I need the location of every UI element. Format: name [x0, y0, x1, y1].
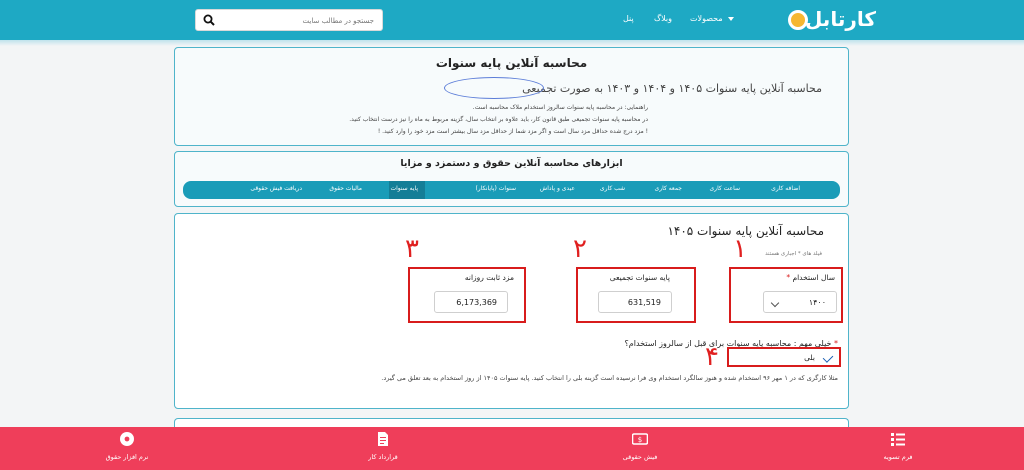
- bottom-bar: فرم تسویه $ فیش حقوقی قرارداد کار نرم اف…: [0, 427, 1024, 470]
- bottom-software-label: نرم افزار حقوق: [105, 453, 149, 461]
- checkbox-highlight[interactable]: بلی: [727, 347, 841, 367]
- document-icon: [378, 432, 388, 446]
- intro-line-3: ! مزد درج شده حداقل مزد سال است و اگر مز…: [377, 128, 648, 135]
- base-input[interactable]: 631,519: [598, 291, 672, 313]
- highlight-ellipse: [444, 77, 544, 99]
- tab-bonus[interactable]: عیدی و پاداش: [540, 185, 575, 192]
- tab-salary-tax[interactable]: مالیات حقوق: [329, 185, 362, 192]
- chevron-down-icon: [770, 298, 780, 308]
- tab-overtime[interactable]: اضافه کاری: [771, 185, 800, 192]
- search-icon[interactable]: [203, 14, 215, 26]
- tab-seniority-base[interactable]: پایه سنوات: [390, 185, 418, 192]
- list-icon: [891, 433, 905, 446]
- tab-severance[interactable]: سنوات (پایانکار): [475, 185, 516, 192]
- tools-card: ابزارهای محاسبه آنلاین حقوق و دستمزد و م…: [174, 151, 849, 207]
- tools-tab-bar: اضافه کاری ساعت کاری جمعه کاری شب کاری ع…: [183, 181, 840, 199]
- search-input[interactable]: [224, 14, 374, 28]
- top-header: کارتابل محصولات وبلاگ پنل: [0, 0, 1024, 40]
- checkbox-label: بلی: [804, 353, 815, 362]
- calculator-card: محاسبه آنلاین پایه سنوات ۱۴۰۵ فیلد های *…: [174, 213, 849, 409]
- nav-blog[interactable]: وبلاگ: [654, 14, 672, 23]
- tab-work-hours[interactable]: ساعت کاری: [709, 185, 740, 192]
- wage-field-highlight: مزد ثابت روزانه 6,173,369: [408, 267, 526, 323]
- tools-title: ابزارهای محاسبه آنلاین حقوق و دستمزد و م…: [400, 158, 623, 169]
- wage-input-value: 6,173,369: [456, 298, 497, 307]
- required-hint: فیلد های * اجباری هستند: [765, 251, 822, 257]
- annotation-2: ۲: [573, 234, 587, 264]
- base-field-highlight: پایه سنوات تجمیعی 631,519: [576, 267, 696, 323]
- example-text: مثلا کارگری که در ۱ مهر ۹۶ استخدام شده و…: [381, 374, 838, 382]
- year-label: سال استخدام *: [786, 273, 835, 282]
- bottom-contract-label: قرارداد کار: [368, 453, 398, 461]
- bottom-payslip[interactable]: $ فیش حقوقی: [580, 431, 700, 461]
- disc-icon: [120, 432, 134, 446]
- nav-products-label: محصولات: [690, 14, 723, 23]
- bottom-contract[interactable]: قرارداد کار: [323, 431, 443, 461]
- search-box[interactable]: [195, 9, 383, 31]
- tab-friday-work[interactable]: جمعه کاری: [655, 185, 682, 192]
- year-select-value: ۱۴۰۰: [808, 298, 826, 307]
- year-label-text: سال استخدام: [792, 273, 835, 282]
- site-logo[interactable]: کارتابل: [784, 5, 876, 35]
- svg-text:$: $: [638, 436, 642, 444]
- annotation-3: ۳: [405, 234, 419, 264]
- required-star: *: [786, 273, 791, 282]
- bottom-settlement-label: فرم تسویه: [883, 453, 913, 461]
- page-title: محاسبه آنلاین پایه سنوات: [435, 56, 588, 70]
- chevron-down-icon: [728, 16, 735, 21]
- annotation-1: ۱: [733, 234, 747, 264]
- intro-line-2: در محاسبه پایه سنوات تجمیعی طبق قانون کا…: [349, 116, 648, 123]
- bottom-settlement-form[interactable]: فرم تسویه: [838, 431, 958, 461]
- bottom-payroll-software[interactable]: نرم افزار حقوق: [67, 431, 187, 461]
- intro-line-1: راهنمایی: در محاسبه پایه سنوات سالروز اس…: [472, 104, 648, 111]
- money-icon: $: [632, 433, 648, 445]
- wage-label: مزد ثابت روزانه: [464, 273, 514, 282]
- year-select[interactable]: ۱۴۰۰: [763, 291, 837, 313]
- wage-input[interactable]: 6,173,369: [434, 291, 508, 313]
- nav-panel[interactable]: پنل: [623, 14, 634, 23]
- tab-night-work[interactable]: شب کاری: [600, 185, 625, 192]
- tab-payslip[interactable]: دریافت فیش حقوقی: [250, 185, 302, 192]
- logo-text: کارتابل: [804, 7, 876, 31]
- bottom-payslip-label: فیش حقوقی: [622, 453, 658, 461]
- checkmark-icon[interactable]: [822, 352, 834, 363]
- header-shadow: [0, 40, 1024, 46]
- page-subtitle: محاسبه آنلاین پایه سنوات ۱۴۰۵ و ۱۴۰۴ و ۱…: [522, 82, 822, 95]
- year-field-highlight: سال استخدام * ۱۴۰۰: [729, 267, 843, 323]
- base-input-value: 631,519: [627, 298, 661, 307]
- nav-products[interactable]: محصولات: [690, 14, 735, 23]
- base-label: پایه سنوات تجمیعی: [609, 273, 670, 282]
